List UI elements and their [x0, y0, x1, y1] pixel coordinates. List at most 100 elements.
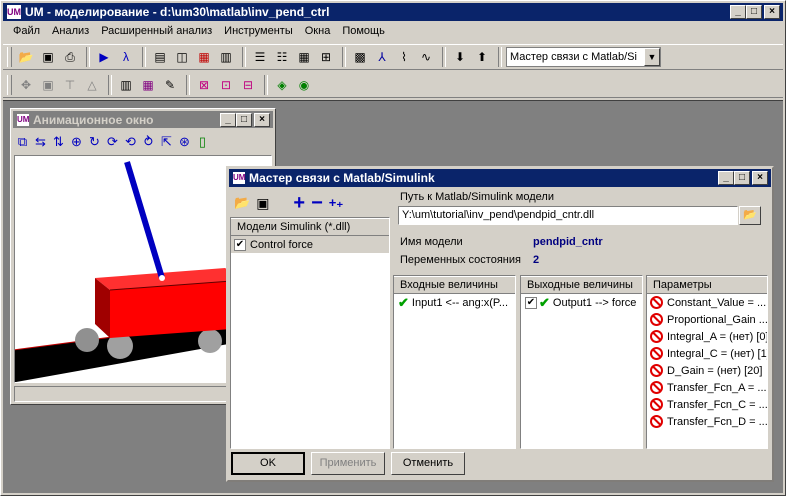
window-icon[interactable]: ▤ — [150, 47, 170, 67]
chart-icon[interactable]: ⊠ — [194, 75, 214, 95]
menu-tools[interactable]: Инструменты — [218, 25, 299, 37]
dialog-titlebar[interactable]: UM Мастер связи с Matlab/Simulink _ □ × — [229, 169, 771, 187]
menu-advanced-analysis[interactable]: Расширенный анализ — [95, 25, 218, 37]
zoom-icon[interactable]: ⊕ — [68, 134, 85, 150]
chart-pink-icon[interactable]: ⊡ — [216, 75, 236, 95]
browse-button[interactable]: 📂 — [739, 206, 761, 225]
prohibited-icon — [650, 415, 663, 428]
menu-analysis[interactable]: Анализ — [46, 25, 95, 37]
app-icon: UM — [7, 5, 21, 19]
list-item[interactable]: ✔ ✔ Output1 --> force — [521, 294, 642, 311]
gear-disabled-icon[interactable]: ✥ — [16, 75, 36, 95]
close-button[interactable]: × — [764, 5, 780, 19]
dialog-title: Мастер связи с Matlab/Simulink — [249, 171, 435, 185]
inputs-header: Входные величины — [394, 276, 515, 294]
print-icon[interactable]: ⎙ — [60, 47, 80, 67]
rotate-x-icon[interactable]: ⟳ — [104, 134, 121, 150]
bar-grid-icon[interactable]: ▥ — [116, 75, 136, 95]
list-icon[interactable]: ☰ — [250, 47, 270, 67]
list-item[interactable]: Constant_Value = ... — [647, 294, 767, 311]
open-icon[interactable]: 📂 — [16, 47, 36, 67]
toolbar-separator — [142, 47, 146, 67]
chevron-down-icon[interactable]: ▼ — [644, 48, 660, 66]
minimize-button[interactable]: _ — [220, 113, 236, 127]
menu-windows[interactable]: Окна — [299, 25, 337, 37]
updown-icon[interactable]: ⇅ — [50, 134, 67, 150]
add-icon[interactable]: + — [293, 192, 305, 215]
calculator-icon[interactable]: ▩ — [350, 47, 370, 67]
close-button[interactable]: × — [752, 171, 768, 185]
minimize-button[interactable]: _ — [730, 5, 746, 19]
prohibited-icon — [650, 364, 663, 377]
list-item[interactable]: Integral_A = (нет) [0] — [647, 328, 767, 345]
list-item[interactable]: Transfer_Fcn_C = ... — [647, 396, 767, 413]
path-label: Путь к Matlab/Simulink модели — [400, 191, 554, 203]
open-icon[interactable]: 📂 — [234, 195, 250, 211]
graph-icon[interactable]: ◫ — [172, 47, 192, 67]
frequency-icon[interactable]: ⌇ — [394, 47, 414, 67]
tool-disabled-icon[interactable]: ⊤ — [60, 75, 80, 95]
run-icon[interactable]: ▶ — [94, 47, 114, 67]
list-item[interactable]: Integral_C = (нет) [1] — [647, 345, 767, 362]
window-icon: UM — [17, 113, 30, 126]
rotate-y-icon[interactable]: ⟲ — [122, 134, 139, 150]
copy-icon[interactable]: ⧉ — [14, 134, 31, 150]
close-button[interactable]: × — [254, 113, 270, 127]
main-titlebar[interactable]: UM UM - моделирование - d:\um30\matlab\i… — [3, 3, 783, 21]
add-multiple-icon[interactable]: +₊ — [329, 195, 343, 211]
maximize-button[interactable]: □ — [734, 171, 750, 185]
menubar: Файл Анализ Расширенный анализ Инструмен… — [3, 22, 783, 40]
green-link-icon[interactable]: ◈ — [272, 75, 292, 95]
rotate-z-icon[interactable]: ⥁ — [140, 134, 157, 150]
table-icon[interactable]: ☷ — [272, 47, 292, 67]
axes-icon[interactable]: ⅄ — [372, 47, 392, 67]
output-label: Output1 --> force — [552, 296, 637, 309]
remove-icon[interactable]: − — [311, 192, 323, 215]
maximize-button[interactable]: □ — [236, 113, 252, 127]
frame-disabled-icon[interactable]: ▣ — [38, 75, 58, 95]
pencil-icon[interactable]: ✎ — [160, 75, 180, 95]
toolbar-separator — [342, 47, 346, 67]
cancel-button[interactable]: Отменить — [391, 452, 465, 475]
color-grid-icon[interactable]: ▦ — [138, 75, 158, 95]
ok-button[interactable]: OK — [231, 452, 305, 475]
save-icon[interactable]: ▣ — [256, 195, 269, 212]
maximize-button[interactable]: □ — [746, 5, 762, 19]
model-checkbox[interactable]: ✔ — [234, 238, 246, 251]
save-icon[interactable]: ▣ — [38, 47, 58, 67]
swap-icon[interactable]: ⇆ — [32, 134, 49, 150]
image-icon[interactable]: ▦ — [194, 47, 214, 67]
dialog-models-toolbar: 📂 ▣ + − +₊ — [232, 191, 388, 215]
lambda-icon[interactable]: λ — [116, 47, 136, 67]
list-item[interactable]: Proportional_Gain ... — [647, 311, 767, 328]
minimize-button[interactable]: _ — [718, 171, 734, 185]
apply-button[interactable]: Применить — [311, 452, 385, 475]
grid-icon[interactable]: ▦ — [294, 47, 314, 67]
toolbar-separator — [186, 74, 190, 95]
pan-icon[interactable]: ⇱ — [158, 134, 175, 150]
center-icon[interactable]: ⊛ — [176, 134, 193, 150]
list-item[interactable]: ✔ Control force — [231, 236, 389, 253]
output-checkbox[interactable]: ✔ — [525, 296, 537, 309]
menu-file[interactable]: Файл — [7, 25, 46, 37]
param-label: Integral_C = (нет) [1] — [667, 347, 768, 360]
import-icon[interactable]: ⬆ — [472, 47, 492, 67]
chart-edit-icon[interactable]: ⊟ — [238, 75, 258, 95]
list-item[interactable]: Transfer_Fcn_A = ... — [647, 379, 767, 396]
triangle-disabled-icon[interactable]: △ — [82, 75, 102, 95]
list-item[interactable]: D_Gain = (нет) [20] — [647, 362, 767, 379]
animation-titlebar[interactable]: UM Анимационное окно _ □ × — [13, 111, 273, 128]
menu-help[interactable]: Помощь — [336, 25, 391, 37]
matrix-icon[interactable]: ⊞ — [316, 47, 336, 67]
text-window-icon[interactable]: ▥ — [216, 47, 236, 67]
green-spiral-icon[interactable]: ◉ — [294, 75, 314, 95]
path-field[interactable]: Y:\um\tutorial\inv_pend\pendpid_cntr.dll — [398, 206, 738, 225]
wave-icon[interactable]: ∿ — [416, 47, 436, 67]
wizard-combo[interactable]: Мастер связи с Matlab/Si ▼ — [506, 47, 661, 67]
list-item[interactable]: ✔ Input1 <-- ang:x(P... — [394, 294, 515, 311]
rotate-icon[interactable]: ↻ — [86, 134, 103, 150]
prohibited-icon — [650, 398, 663, 411]
list-item[interactable]: Transfer_Fcn_D = ... — [647, 413, 767, 430]
export-icon[interactable]: ⬇ — [450, 47, 470, 67]
pages-icon[interactable]: ▯ — [194, 134, 211, 150]
